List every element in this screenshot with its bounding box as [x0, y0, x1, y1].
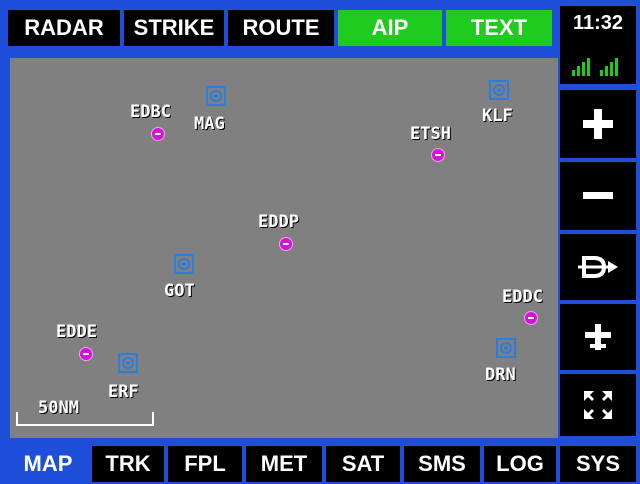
airport-label: EDBC: [130, 102, 171, 122]
airport-icon[interactable]: [279, 237, 293, 251]
aircraft-button[interactable]: [560, 304, 636, 370]
scale-bar: [16, 412, 154, 426]
navaid-label: DRN: [485, 365, 516, 385]
fullscreen-icon: [584, 391, 612, 419]
tab-sat[interactable]: SAT: [326, 446, 400, 482]
airport-icon[interactable]: [79, 347, 93, 361]
navaid-label: MAG: [194, 114, 225, 134]
direct-to-icon: [578, 256, 618, 278]
tab-map[interactable]: MAP: [10, 446, 86, 482]
navaid-label: GOT: [164, 281, 195, 301]
tab-aip[interactable]: AIP: [338, 10, 442, 46]
direct-to-button[interactable]: [560, 234, 636, 300]
signal-strength-icon: [572, 58, 618, 76]
tab-met[interactable]: MET: [246, 446, 322, 482]
navaid-icon[interactable]: [118, 353, 138, 373]
scale-label: 50NM: [38, 398, 79, 418]
status-panel: 11:32: [560, 6, 636, 84]
zoom-in-button[interactable]: [560, 90, 636, 158]
navaid-label: ERF: [108, 382, 139, 402]
tab-trk[interactable]: TRK: [92, 446, 164, 482]
navaid-icon[interactable]: [206, 86, 226, 106]
airport-label: ETSH: [410, 124, 451, 144]
tab-route[interactable]: ROUTE: [228, 10, 334, 46]
zoom-in-icon: [583, 109, 613, 139]
zoom-out-button[interactable]: [560, 162, 636, 230]
airport-icon[interactable]: [151, 127, 165, 141]
navaid-icon[interactable]: [489, 80, 509, 100]
airport-icon[interactable]: [431, 148, 445, 162]
zoom-out-icon: [583, 192, 613, 199]
tab-sys[interactable]: SYS: [560, 446, 636, 482]
tab-radar[interactable]: RADAR: [8, 10, 120, 46]
airport-label: EDDP: [258, 212, 299, 232]
tab-fpl[interactable]: FPL: [168, 446, 242, 482]
aircraft-icon: [585, 324, 611, 350]
navaid-label: KLF: [482, 106, 513, 126]
airport-icon[interactable]: [524, 311, 538, 325]
navaid-icon[interactable]: [496, 338, 516, 358]
tab-log[interactable]: LOG: [484, 446, 556, 482]
clock-time: 11:32: [572, 12, 624, 34]
fullscreen-button[interactable]: [560, 374, 636, 436]
airport-label: EDDE: [56, 322, 97, 342]
airport-label: EDDC: [502, 287, 543, 307]
navaid-icon[interactable]: [174, 254, 194, 274]
tab-sms[interactable]: SMS: [404, 446, 480, 482]
tab-text[interactable]: TEXT: [446, 10, 552, 46]
tab-strike[interactable]: STRIKE: [124, 10, 224, 46]
